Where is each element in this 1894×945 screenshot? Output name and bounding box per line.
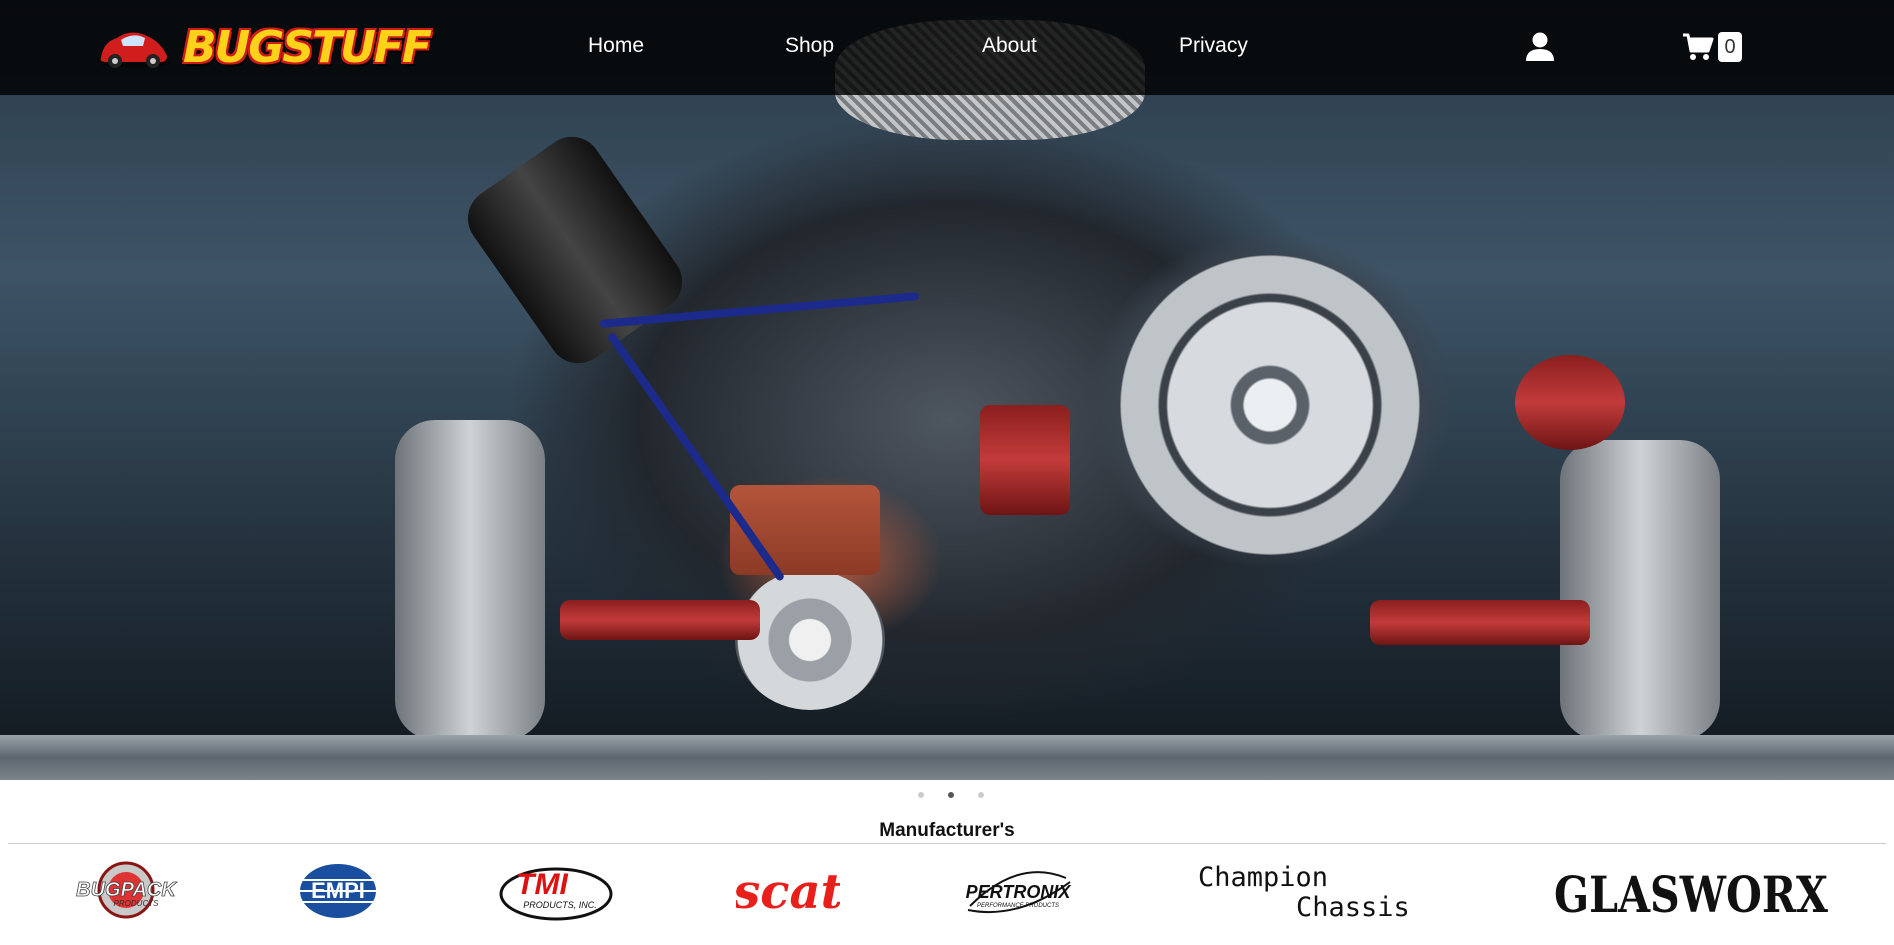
engine-blue-wire-2 xyxy=(606,331,786,583)
engine-cooling-fan xyxy=(1120,255,1420,555)
brand-champion-name: Champion xyxy=(1198,862,1328,893)
brand-bugpack-name: BUGPACK xyxy=(76,879,177,901)
engine-pipe-right xyxy=(1560,440,1720,740)
engine-red-tube-3 xyxy=(1370,600,1590,645)
engine-red-tube-2 xyxy=(560,600,760,640)
nav-shop-link[interactable]: Shop xyxy=(785,34,834,58)
engine-coil xyxy=(456,125,694,375)
bugstuff-logo[interactable]: BUGSTUFF xyxy=(95,18,432,78)
nav-privacy-link[interactable]: Privacy xyxy=(1179,34,1248,58)
brand-tmi-sub: PRODUCTS, INC. xyxy=(523,900,597,910)
brand-pertronix-sub: PERFORMANCE PRODUCTS xyxy=(977,903,1059,909)
nav-home-link[interactable]: Home xyxy=(588,34,644,58)
shopping-cart-icon xyxy=(1683,33,1714,60)
brand-tmi-logo[interactable]: TMI PRODUCTS, INC. xyxy=(498,860,614,930)
carousel-dot-1[interactable] xyxy=(918,792,924,798)
top-navbar: BUGSTUFF Home Shop About Privacy 0 xyxy=(0,0,1894,95)
engine-distributor-cap xyxy=(735,570,885,710)
brand-champion-chassis-logo[interactable]: Champion Chassis xyxy=(1196,860,1436,930)
brand-empi-logo[interactable]: EMPI xyxy=(298,862,378,932)
cart-count-badge: 0 xyxy=(1718,32,1742,62)
engine-red-tube-1 xyxy=(980,405,1070,515)
carousel-indicators xyxy=(912,792,984,800)
logo-wordmark: BUGSTUFF xyxy=(183,22,432,73)
brand-empi-name: EMPI xyxy=(311,878,365,903)
brand-glasworx-name: GLASWORX xyxy=(1554,865,1828,922)
brand-pertronix-logo[interactable]: PERTRONIX PERFORMANCE PRODUCTS xyxy=(962,860,1074,930)
carousel-dot-3[interactable] xyxy=(978,792,984,798)
hero-engine-image xyxy=(0,0,1894,780)
brand-pertronix-name: PERTRONIX xyxy=(966,882,1072,902)
brand-tmi-name: TMI xyxy=(516,868,568,901)
vehicle-bumper xyxy=(0,735,1894,780)
nav-about-link[interactable]: About xyxy=(982,34,1037,58)
manufacturers-heading: Manufacturer's xyxy=(879,820,1015,841)
engine-red-tube-4 xyxy=(1515,355,1625,450)
manufacturers-divider xyxy=(8,843,1886,844)
brand-bugpack-sub: PRODUCTS xyxy=(114,899,160,908)
brand-scat-logo[interactable]: scat xyxy=(736,860,840,930)
carousel-dot-2[interactable] xyxy=(948,792,954,798)
brand-glasworx-logo[interactable]: GLASWORX xyxy=(1552,862,1832,932)
brand-chassis-name: Chassis xyxy=(1296,892,1410,923)
user-icon[interactable] xyxy=(1524,30,1556,62)
engine-pipe-left xyxy=(395,420,545,740)
vw-beetle-logo-icon xyxy=(98,32,170,68)
brand-scat-name: scat xyxy=(736,864,840,920)
brand-bugpack-logo[interactable]: BUGPACK PRODUCTS xyxy=(66,858,186,928)
